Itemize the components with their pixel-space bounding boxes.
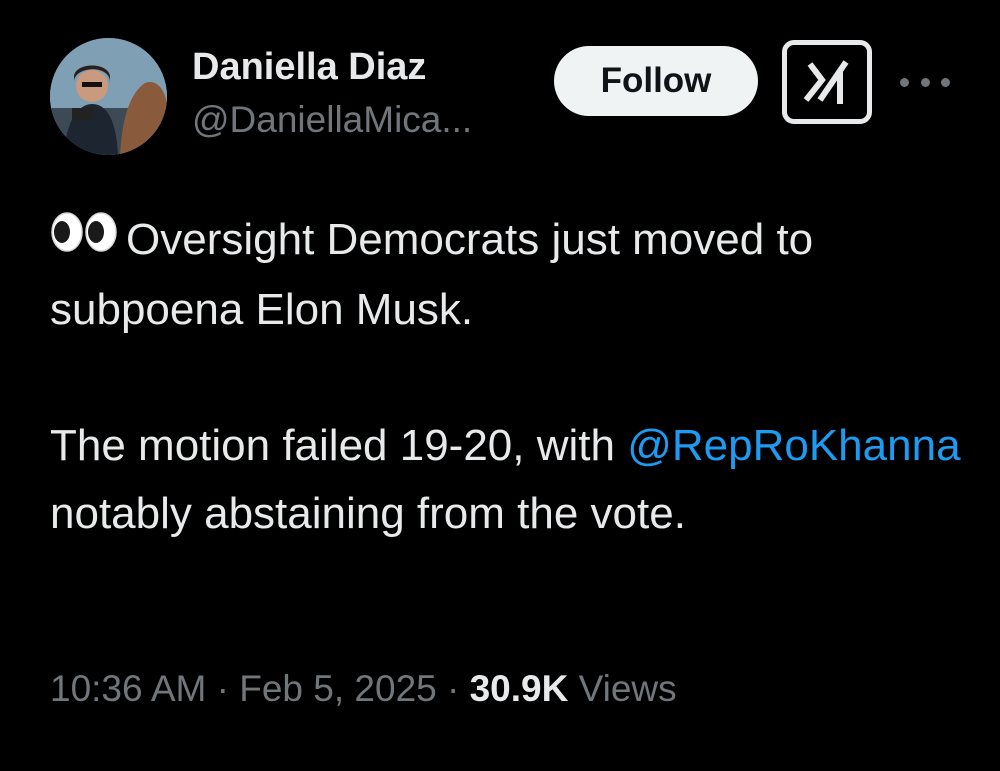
tweet-card: Daniella Diaz @DaniellaMica... Follow Ov… <box>0 0 1000 771</box>
tweet-paragraph-1: Oversight Democrats just moved to subpoe… <box>50 206 970 344</box>
tweet-line-2-end: notably abstaining from the vote. <box>50 489 686 539</box>
eyes-emoji-icon <box>50 204 118 272</box>
tweet-meta: 10:36 AM · Feb 5, 2025 · 30.9K Views <box>50 668 677 710</box>
meta-separator: · <box>436 668 470 709</box>
tweet-line-1: Oversight Democrats just moved to subpoe… <box>50 215 814 335</box>
avatar[interactable] <box>50 38 167 155</box>
more-options-dot <box>920 77 930 87</box>
grok-button[interactable] <box>782 40 872 124</box>
more-options-dot <box>941 77 950 87</box>
tweet-time[interactable]: 10:36 AM <box>50 668 206 709</box>
tweet-date[interactable]: Feb 5, 2025 <box>239 668 436 709</box>
grok-icon <box>803 60 849 104</box>
author-display-name[interactable]: Daniella Diaz <box>192 46 426 89</box>
avatar-image <box>50 38 167 155</box>
more-options-icon <box>900 77 909 87</box>
tweet-line-2-start: The motion failed 19-20, with <box>50 421 628 471</box>
views-count[interactable]: 30.9K <box>470 668 569 709</box>
tweet-text: Oversight Democrats just moved to subpoe… <box>50 206 970 548</box>
more-options-button[interactable] <box>900 62 950 102</box>
tweet-paragraph-2: The motion failed 19-20, with @RepRoKhan… <box>50 412 970 548</box>
mention-link[interactable]: @RepRoKhanna <box>627 421 960 470</box>
meta-separator: · <box>206 668 240 709</box>
follow-button[interactable]: Follow <box>554 46 758 116</box>
author-handle[interactable]: @DaniellaMica... <box>192 99 472 141</box>
views-label: Views <box>578 668 677 709</box>
